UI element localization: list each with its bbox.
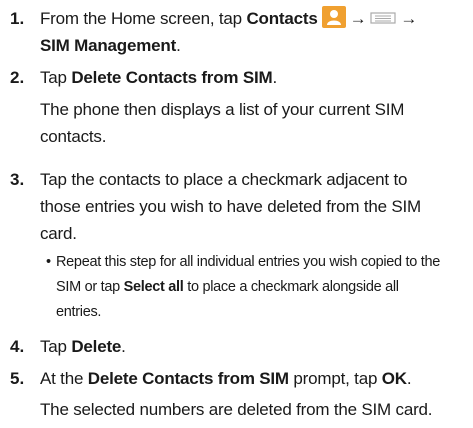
bullet-line: Repeat this step for all individual entr…	[56, 254, 441, 270]
step-number: 3.	[10, 170, 25, 189]
step-text: .	[176, 36, 181, 55]
bullet-text-part: SIM or tap	[56, 279, 124, 295]
step-body: Tap Delete.	[40, 333, 470, 360]
step-body: Tap the contacts to place a checkmark ad…	[40, 166, 470, 247]
step-number: 4.	[10, 337, 25, 356]
contacts-label: Contacts	[246, 9, 318, 28]
step-line: The selected numbers are deleted from th…	[40, 400, 433, 419]
step-number: 2.	[10, 68, 25, 87]
step-line: From the Home screen, tap Contacts → →	[40, 5, 470, 32]
bullet-line: entries.	[56, 304, 102, 320]
step-number: 5.	[10, 369, 25, 388]
contacts-icon	[321, 6, 346, 28]
step-text: Tap	[40, 68, 72, 87]
sim-management-label: SIM Management	[40, 36, 177, 55]
step-line: Tap Delete.	[40, 333, 470, 360]
select-all-label: Select all	[123, 279, 184, 295]
step-line: Tap Delete Contacts from SIM.	[40, 64, 470, 91]
step-text: .	[406, 369, 412, 388]
step-line: those entries you wish to have deleted f…	[40, 197, 422, 216]
step-body: Tap Delete Contacts from SIM. The phone …	[40, 64, 470, 150]
step-line: At the Delete Contacts from SIM prompt, …	[40, 365, 470, 392]
step-line: The phone then displays a list of your c…	[40, 100, 405, 119]
bullet-text-part: to place a checkmark alongside all	[183, 279, 399, 295]
ok-label: OK	[381, 369, 407, 388]
step-text: .	[121, 337, 126, 356]
arrow-icon: →	[400, 9, 418, 28]
step-body: From the Home screen, tap Contacts → → SIM…	[40, 5, 470, 59]
step-line: contacts.	[40, 127, 107, 146]
step-number: 1.	[10, 9, 25, 28]
step-text: prompt, tap	[288, 369, 382, 388]
bullet-text: Repeat this step for all individual entr…	[56, 250, 471, 325]
menu-icon	[370, 5, 396, 24]
delete-contacts-label: Delete Contacts from SIM	[71, 68, 273, 87]
arrow-icon: →	[349, 9, 367, 28]
delete-contacts-label: Delete Contacts from SIM	[87, 369, 289, 388]
delete-label: Delete	[71, 337, 122, 356]
step-line: SIM Management.	[40, 32, 470, 59]
step-body: At the Delete Contacts from SIM prompt, …	[40, 365, 470, 423]
step-line: card.	[40, 224, 77, 243]
bullet-icon: •	[46, 254, 51, 270]
step-line: Tap the contacts to place a checkmark ad…	[40, 170, 408, 189]
step-text: Tap	[40, 337, 72, 356]
step-text: At the	[40, 369, 88, 388]
step-text: .	[272, 68, 278, 87]
step-text: From the Home screen, tap	[40, 9, 247, 28]
bullet-line: SIM or tap Select all to place a checkma…	[56, 275, 471, 300]
